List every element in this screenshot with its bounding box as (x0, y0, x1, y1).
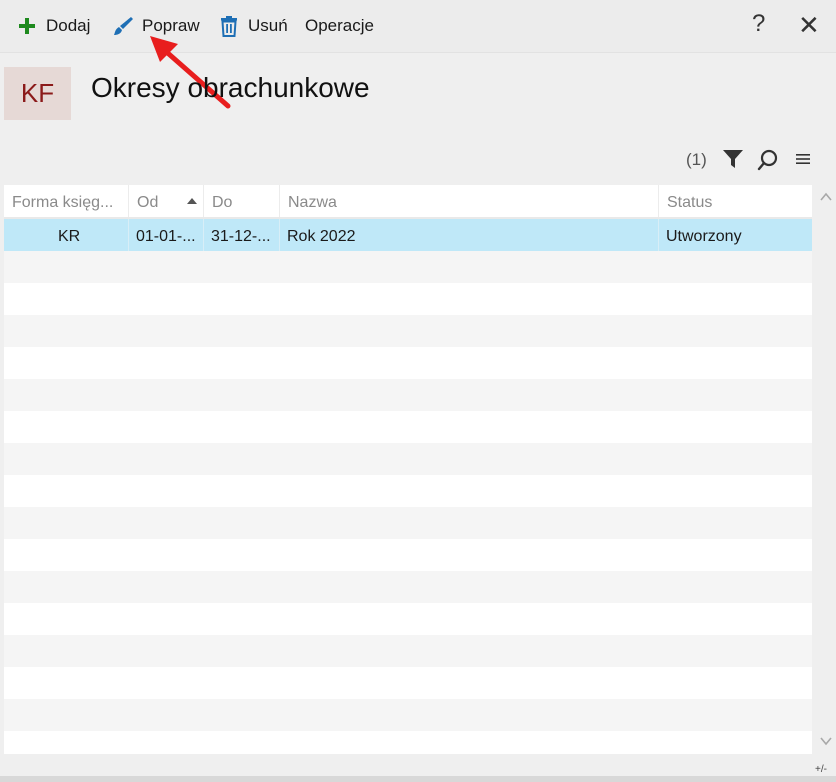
operations-label: Operacje (305, 16, 374, 35)
empty-row (4, 507, 812, 539)
plus-icon (19, 18, 35, 34)
column-header-from[interactable]: Od (129, 185, 204, 217)
column-header-to[interactable]: Do (204, 185, 280, 217)
cell-status: Utworzony (666, 228, 742, 245)
empty-row (4, 283, 812, 315)
empty-row (4, 539, 812, 571)
module-tile: KF (4, 67, 71, 120)
column-header-from-label: Od (137, 194, 159, 211)
empty-row (4, 347, 812, 379)
brush-icon (114, 17, 133, 35)
empty-row (4, 571, 812, 603)
empty-row (4, 475, 812, 507)
menu-icon[interactable] (795, 151, 811, 167)
empty-row (4, 443, 812, 475)
grid-rows: KR 01-01-... 31-12-... Rok 2022 Utworzon… (4, 219, 812, 754)
table-row[interactable]: KR 01-01-... 31-12-... Rok 2022 Utworzon… (4, 219, 812, 251)
delete-label: Usuń (248, 16, 288, 35)
add-button[interactable]: Dodaj (16, 12, 90, 40)
empty-row (4, 411, 812, 443)
empty-row (4, 667, 812, 699)
periods-grid: Forma księg... Od Do Nazwa Status KR 01-… (4, 185, 812, 754)
cell-to: 31-12-... (204, 219, 280, 251)
sort-ascending-icon (187, 198, 197, 204)
add-label: Dodaj (46, 16, 91, 35)
empty-row (4, 731, 812, 754)
search-icon[interactable] (757, 149, 779, 171)
cell-form: KR (4, 219, 129, 251)
empty-row (4, 603, 812, 635)
grid-header: Forma księg... Od Do Nazwa Status (4, 185, 812, 219)
record-count: (1) (686, 150, 707, 169)
toolbar: Dodaj Popraw Usuń Operacje ? ✕ (0, 0, 836, 53)
scroll-up-icon[interactable] (819, 190, 833, 204)
column-header-name[interactable]: Nazwa (280, 185, 659, 217)
empty-row (4, 315, 812, 347)
operations-button[interactable]: Operacje (305, 12, 374, 40)
cell-name: Rok 2022 (280, 219, 659, 251)
empty-row (4, 379, 812, 411)
column-header-status[interactable]: Status (659, 185, 812, 217)
empty-row (4, 699, 812, 731)
expand-collapse-toggle[interactable]: +/- (815, 764, 827, 775)
close-button[interactable]: ✕ (798, 10, 820, 41)
column-header-form[interactable]: Forma księg... (4, 185, 129, 217)
page-title: Okresy obrachunkowe (91, 72, 370, 103)
cell-from: 01-01-... (129, 219, 204, 251)
help-button[interactable]: ? (752, 10, 765, 38)
filter-icon[interactable] (722, 149, 744, 169)
scroll-down-icon[interactable] (819, 734, 833, 748)
empty-row (4, 635, 812, 667)
status-bar (0, 776, 836, 782)
empty-row (4, 251, 812, 283)
